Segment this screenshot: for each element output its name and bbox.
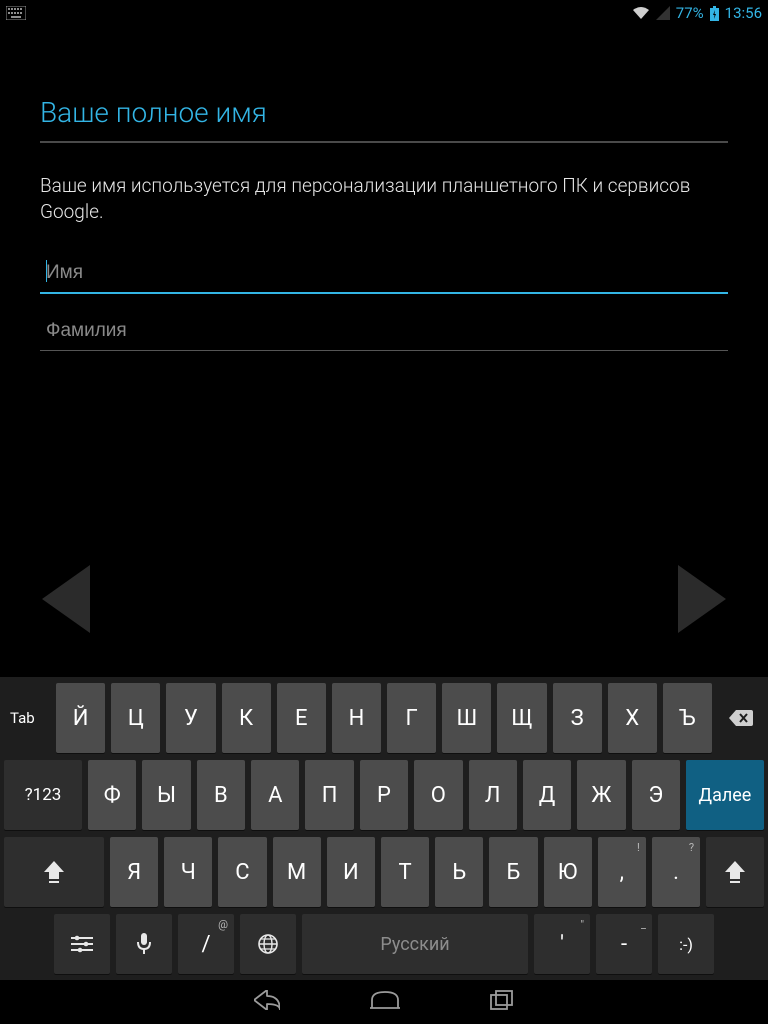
nav-home[interactable] (370, 990, 400, 1014)
key-letter[interactable]: Т (381, 837, 429, 907)
key-next[interactable]: Далее (686, 760, 764, 830)
key-letter[interactable]: У (166, 683, 215, 753)
wizard-nav (0, 565, 768, 633)
key-letter[interactable]: Л (469, 760, 517, 830)
key-tab[interactable]: Tab (4, 683, 50, 753)
key-letter[interactable]: Х (608, 683, 657, 753)
key-quote[interactable]: '" (534, 914, 590, 974)
key-letter[interactable]: В (197, 760, 245, 830)
keyboard-status-icon (6, 6, 26, 20)
key-letter[interactable]: Ф (88, 760, 136, 830)
key-space[interactable]: Русский (302, 914, 528, 974)
status-clock: 13:56 (725, 4, 762, 22)
key-letter[interactable]: П (305, 760, 353, 830)
battery-charging-icon (710, 6, 719, 21)
key-symbols[interactable]: ?123 (4, 760, 82, 830)
key-letter[interactable]: Й (56, 683, 105, 753)
next-arrow[interactable] (678, 565, 726, 633)
key-letter[interactable]: Р (360, 760, 408, 830)
key-backspace[interactable] (718, 683, 764, 753)
key-letter[interactable]: Ч (164, 837, 212, 907)
key-letter[interactable]: А (251, 760, 299, 830)
nav-back[interactable] (254, 990, 280, 1014)
key-period[interactable]: .? (652, 837, 700, 907)
onscreen-keyboard: Tab Й Ц У К Е Н Г Ш Щ З Х Ъ ?123 Ф Ы В А… (0, 677, 768, 980)
battery-percentage: 77% (676, 4, 704, 22)
key-letter[interactable]: Ы (142, 760, 190, 830)
first-name-input[interactable] (40, 254, 728, 294)
key-settings[interactable] (54, 914, 110, 974)
key-letter[interactable]: О (414, 760, 462, 830)
wifi-icon (632, 6, 650, 20)
setup-form: Ваше полное имя Ваше имя используется дл… (0, 26, 768, 351)
key-letter[interactable]: Ш (442, 683, 491, 753)
key-voice[interactable] (116, 914, 172, 974)
nav-recent[interactable] (490, 990, 514, 1014)
page-title: Ваше полное имя (40, 96, 728, 141)
key-letter[interactable]: Я (110, 837, 158, 907)
page-description: Ваше имя используется для персонализации… (40, 173, 728, 224)
key-letter[interactable]: Г (387, 683, 436, 753)
key-letter[interactable]: Н (332, 683, 381, 753)
key-letter[interactable]: З (553, 683, 602, 753)
key-letter[interactable]: Ь (435, 837, 483, 907)
key-dash[interactable]: -_ (596, 914, 652, 974)
prev-arrow[interactable] (42, 565, 90, 633)
last-name-field-wrapper (40, 312, 728, 351)
key-letter[interactable]: И (327, 837, 375, 907)
key-letter[interactable]: Б (489, 837, 537, 907)
text-cursor (46, 260, 47, 282)
key-letter[interactable]: Ж (577, 760, 625, 830)
key-letter[interactable]: Ъ (663, 683, 712, 753)
cell-signal-icon (656, 6, 670, 20)
key-letter[interactable]: Ц (111, 683, 160, 753)
last-name-input[interactable] (40, 312, 728, 351)
key-letter[interactable]: Е (277, 683, 326, 753)
key-letter[interactable]: Э (632, 760, 680, 830)
key-comma[interactable]: ,! (598, 837, 646, 907)
key-language[interactable] (240, 914, 296, 974)
key-letter[interactable]: С (218, 837, 266, 907)
key-shift-right[interactable] (706, 837, 764, 907)
key-slash[interactable]: /@ (178, 914, 234, 974)
key-letter[interactable]: Ю (544, 837, 592, 907)
key-letter[interactable]: К (222, 683, 271, 753)
key-shift-left[interactable] (4, 837, 104, 907)
first-name-field-wrapper (40, 254, 728, 294)
key-letter[interactable]: М (273, 837, 321, 907)
title-divider (40, 141, 728, 143)
status-bar: 77% 13:56 (0, 0, 768, 26)
key-letter[interactable]: Щ (497, 683, 546, 753)
key-letter[interactable]: Д (523, 760, 571, 830)
system-navbar (0, 980, 768, 1024)
key-smile[interactable]: :-) (658, 914, 714, 974)
